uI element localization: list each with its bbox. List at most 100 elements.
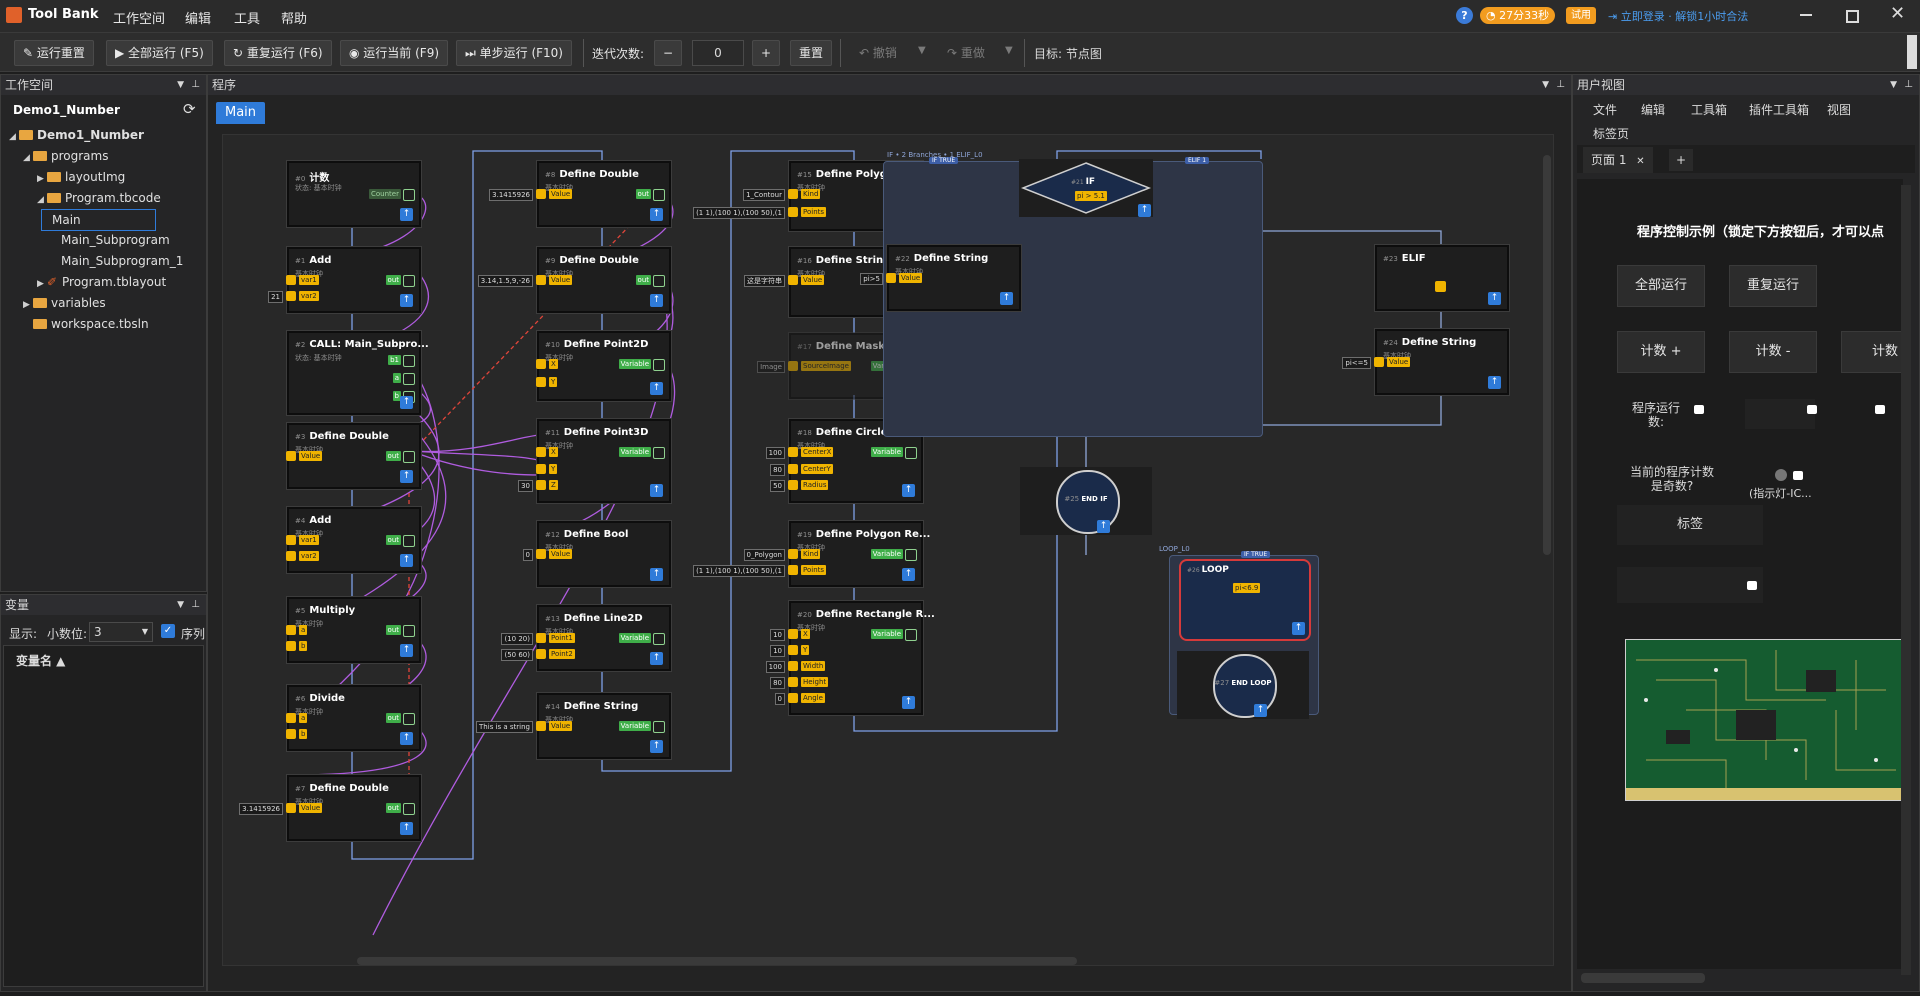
refresh-icon[interactable]: ⟳ — [183, 100, 196, 118]
uv-menu-view[interactable]: 视图 — [1827, 101, 1851, 118]
node-info-button[interactable]: ↑ — [650, 568, 663, 581]
run-all-button[interactable]: ▶ 全部运行 (F5) — [106, 40, 213, 66]
input-const-value[interactable]: 80 — [770, 463, 785, 476]
redo-button[interactable]: ↷ 重做 — [938, 40, 994, 66]
if-condition[interactable]: pi > 5.1 — [1075, 191, 1107, 201]
node-info-button[interactable]: ↑ — [400, 554, 413, 567]
input-port[interactable] — [286, 551, 296, 561]
input-const-value[interactable]: Image — [757, 361, 785, 373]
node-info-button[interactable]: ↑ — [1000, 292, 1013, 305]
iteration-decrement[interactable]: − — [654, 40, 682, 66]
uv-menu-file[interactable]: 文件 — [1593, 101, 1617, 118]
node-info-button[interactable]: ↑ — [902, 568, 915, 581]
input-const-value[interactable]: 50 — [770, 480, 785, 493]
input-const-value[interactable]: 0_Polygon — [743, 549, 785, 561]
iteration-input[interactable]: 0 — [692, 40, 744, 66]
tree-item[interactable]: ◢ programs — [23, 146, 108, 166]
input-port[interactable] — [788, 549, 798, 559]
input-port[interactable] — [286, 625, 296, 635]
input-port[interactable] — [536, 480, 546, 491]
pin-icon[interactable]: ⊥ — [191, 595, 200, 615]
output-port[interactable] — [653, 447, 665, 459]
input-port[interactable] — [286, 451, 296, 461]
output-port[interactable] — [653, 633, 665, 645]
graph-vertical-scrollbar[interactable] — [1543, 155, 1551, 555]
input-port[interactable] — [788, 275, 798, 285]
node-info-button[interactable]: ↑ — [400, 396, 413, 409]
graph-node[interactable]: #7 Define Double 基本时钟 Value 3.1415926 out ↑ — [239, 775, 421, 841]
graph-node[interactable]: #23 ELIF ↑ — [1375, 245, 1509, 311]
output-port[interactable] — [403, 189, 415, 201]
input-port[interactable] — [536, 189, 546, 199]
node-info-button[interactable]: ↑ — [1488, 292, 1501, 305]
input-port[interactable] — [788, 645, 798, 655]
menu-edit[interactable]: 编辑 — [185, 8, 211, 27]
dropdown-icon[interactable]: ▼ — [1542, 75, 1549, 95]
graph-node[interactable]: #19 Define Polygon Re... 基本时钟 Kind 0_Polygon… — [693, 521, 930, 587]
help-icon[interactable]: ? — [1456, 7, 1473, 24]
step-run-button[interactable]: ⏭ 单步运行 (F10) — [456, 40, 572, 66]
node-info-button[interactable]: ↑ — [400, 294, 413, 307]
node-info-button[interactable]: ↑ — [902, 484, 915, 497]
input-const-value[interactable]: 100 — [765, 447, 785, 459]
graph-node[interactable]: #3 Define Double 基本时钟 Value out ↑ — [286, 423, 421, 489]
output-port[interactable] — [403, 625, 415, 637]
input-const-value[interactable]: 3.1415926 — [239, 803, 283, 815]
input-const-value[interactable]: 0 — [522, 549, 533, 561]
input-port[interactable] — [286, 641, 296, 651]
input-port[interactable] — [286, 803, 296, 813]
uv-count-plus-button[interactable]: 计数 + — [1617, 331, 1705, 373]
pin-icon[interactable]: ⊥ — [1904, 75, 1913, 95]
uv-count-minus-button[interactable]: 计数 - — [1729, 331, 1817, 373]
expand-right-icon[interactable]: ▶ — [37, 169, 47, 189]
input-port[interactable] — [536, 275, 546, 285]
redo-dropdown-icon[interactable]: ▼ — [1005, 45, 1013, 56]
input-const-value[interactable]: 100 — [765, 661, 785, 673]
graph-node[interactable]: #5 Multiply 基本时钟 a b out ↑ — [286, 597, 421, 663]
input-const-value[interactable]: 80 — [770, 677, 785, 689]
input-port[interactable] — [788, 661, 798, 671]
node-info-button[interactable]: ↑ — [400, 732, 413, 745]
input-port[interactable] — [536, 447, 546, 457]
tab-main[interactable]: Main — [216, 102, 266, 124]
tree-item[interactable]: ▶ layoutImg — [37, 167, 125, 187]
input-const-value[interactable]: 3.1415926 — [489, 189, 533, 201]
expand-right-icon[interactable]: ▶ — [23, 295, 33, 315]
input-port[interactable] — [788, 361, 798, 371]
node-info-button[interactable]: ↑ — [1138, 204, 1151, 217]
node-info-button[interactable]: ↑ — [902, 696, 915, 709]
lock-icon[interactable] — [1694, 405, 1704, 414]
input-const-value[interactable]: 0 — [774, 693, 785, 705]
node-info-button[interactable]: ↑ — [400, 208, 413, 221]
input-port[interactable] — [788, 677, 798, 687]
output-port[interactable] — [403, 535, 415, 547]
toolbar-scrollbar[interactable] — [1907, 35, 1917, 69]
input-port[interactable] — [788, 207, 798, 217]
expand-down-icon[interactable]: ◢ — [9, 127, 19, 147]
close-tab-icon[interactable]: ✕ — [1636, 156, 1644, 167]
tree-item[interactable]: ▶ ✐ Program.tblayout — [37, 272, 166, 292]
input-const-value[interactable]: (1 1),(100 1),(100 50),(1 — [693, 565, 785, 577]
decimals-select[interactable]: 3 ▼ — [89, 622, 153, 642]
tree-item[interactable]: Main_Subprogram — [51, 230, 170, 250]
uv-tab-page-1[interactable]: 页面 1 ✕ — [1583, 147, 1653, 173]
uv-input-box[interactable] — [1617, 567, 1763, 603]
if-node[interactable]: #21 IF pi > 5.1 ↑ — [1019, 159, 1153, 217]
output-port[interactable] — [403, 373, 415, 385]
input-port[interactable] — [788, 447, 798, 457]
input-port[interactable] — [788, 463, 798, 474]
node-info-button[interactable]: ↑ — [400, 822, 413, 835]
input-const-value[interactable]: 3.14,1.5,9,-26 — [477, 275, 533, 287]
elif-condition-port[interactable] — [1435, 281, 1446, 292]
menu-tools[interactable]: 工具 — [234, 8, 260, 27]
lock-icon[interactable] — [1807, 405, 1817, 414]
input-port[interactable] — [536, 649, 546, 659]
graph-node[interactable]: #14 Define String 基本时钟 Value This is a strin… — [476, 693, 671, 759]
input-const-value[interactable]: (50 60) — [501, 649, 533, 661]
uv-menu-edit[interactable]: 编辑 — [1641, 101, 1665, 118]
node-info-button[interactable]: ↑ — [650, 294, 663, 307]
lock-icon[interactable] — [1747, 581, 1757, 590]
input-port[interactable] — [286, 535, 296, 545]
loop-node[interactable]: #26 LOOP pi<6.9 ↑ — [1179, 559, 1311, 641]
input-const-value[interactable]: pi<=5 — [1342, 357, 1371, 369]
